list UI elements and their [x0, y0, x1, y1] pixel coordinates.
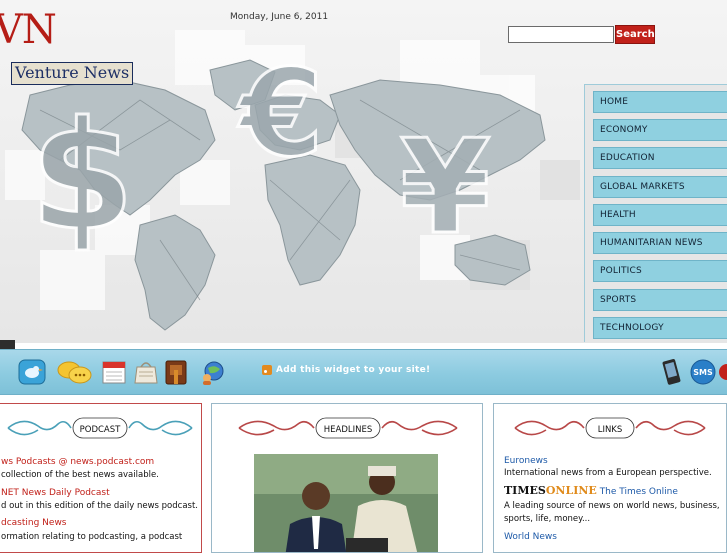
link-times-online[interactable]: The Times Online: [600, 487, 678, 497]
extra-icon[interactable]: [718, 362, 727, 382]
phone-icon[interactable]: [658, 358, 684, 386]
link-world-news[interactable]: World News: [504, 532, 557, 542]
svg-text:€: €: [237, 45, 324, 184]
widget-toolbar: Add this widget to your site! SMS: [0, 349, 727, 395]
podcast-item-desc: collection of the best news available.: [1, 470, 159, 480]
times-online-row: TIMESONLINE The Times Online: [504, 484, 678, 497]
site-header: $ € ¥ Monday, June 6, 2011 VN Venture Ne…: [0, 0, 727, 343]
rss-icon: [262, 365, 272, 375]
nav-item-economy[interactable]: ECONOMY: [593, 119, 727, 141]
sms-label: SMS: [693, 368, 713, 377]
times-online-logo[interactable]: TIMESONLINE: [504, 484, 597, 497]
link-desc: International news from a European persp…: [504, 468, 712, 478]
podcast-heading: PODCAST: [80, 425, 122, 435]
sms-icon[interactable]: SMS: [689, 358, 717, 386]
globe-user-icon[interactable]: [198, 358, 226, 386]
twitter-icon[interactable]: [18, 358, 46, 386]
book-icon[interactable]: [162, 358, 190, 386]
nav-item-sports[interactable]: SPORTS: [593, 289, 727, 311]
search-button[interactable]: Search: [615, 25, 655, 44]
logo-text[interactable]: Venture News: [11, 62, 134, 85]
link-desc: A leading source of news on world news, …: [504, 501, 720, 524]
nav-item-health[interactable]: HEALTH: [593, 204, 727, 226]
podcast-item-title[interactable]: NET News Daily Podcast: [1, 488, 110, 498]
links-heading: LINKS: [598, 425, 623, 435]
svg-text:¥: ¥: [400, 111, 490, 263]
calendar-icon[interactable]: [100, 358, 128, 386]
links-ornament: LINKS: [514, 417, 706, 439]
add-widget-link[interactable]: Add this widget to your site!: [276, 365, 430, 375]
nav-item-home[interactable]: HOME: [593, 91, 727, 113]
headlines-ornament: HEADLINES: [238, 417, 458, 439]
main-nav: HOME ECONOMY EDUCATION GLOBAL MARKETS HE…: [584, 84, 727, 342]
nav-item-technology[interactable]: TECHNOLOGY: [593, 317, 727, 339]
links-panel: LINKS Euronews International news from a…: [493, 403, 727, 553]
podcast-item-desc: d out in this edition of the daily news …: [1, 501, 198, 511]
podcast-item-desc: ormation relating to podcasting, a podca…: [1, 532, 183, 542]
logo-mark[interactable]: VN: [0, 10, 57, 50]
podcast-item-title[interactable]: ws Podcasts @ news.podcast.com: [1, 457, 154, 467]
nav-item-humanitarian-news[interactable]: HUMANITARIAN NEWS: [593, 232, 727, 254]
chat-icon[interactable]: [56, 358, 92, 386]
current-date: Monday, June 6, 2011: [230, 12, 329, 22]
svg-text:$: $: [30, 90, 134, 264]
nav-item-education[interactable]: EDUCATION: [593, 147, 727, 169]
headline-photo[interactable]: [254, 454, 438, 552]
nav-item-global-markets[interactable]: GLOBAL MARKETS: [593, 176, 727, 198]
podcast-ornament: PODCAST: [7, 417, 193, 439]
nav-item-politics[interactable]: POLITICS: [593, 260, 727, 282]
notes-icon[interactable]: [132, 358, 160, 386]
search-input[interactable]: [508, 26, 614, 43]
headlines-panel: HEADLINES: [211, 403, 483, 553]
headlines-heading: HEADLINES: [324, 425, 373, 435]
podcast-item-title[interactable]: dcasting News: [1, 518, 67, 528]
link-euronews[interactable]: Euronews: [504, 456, 548, 466]
podcast-panel: PODCAST ws Podcasts @ news.podcast.com c…: [0, 403, 202, 553]
